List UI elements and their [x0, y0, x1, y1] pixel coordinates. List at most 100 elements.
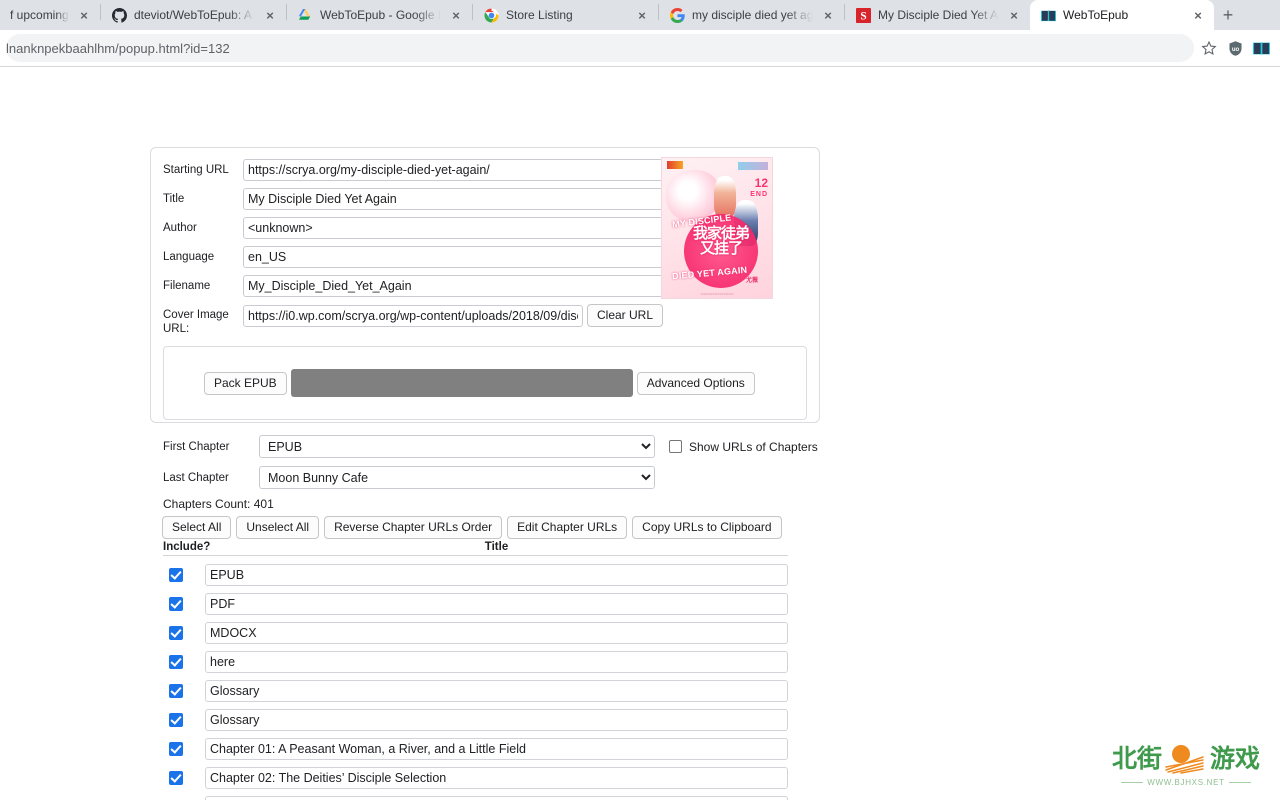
chapter-range-selectors: First Chapter EPUB Show URLs of Chapters…	[163, 435, 823, 497]
table-row	[163, 618, 788, 647]
close-icon[interactable]: ×	[820, 7, 836, 23]
tab-label: My Disciple Died Yet Ag	[878, 8, 999, 22]
cover-image-url-input[interactable]	[243, 304, 583, 327]
edit-chapter-urls-button[interactable]: Edit Chapter URLs	[507, 516, 628, 539]
advanced-options-button[interactable]: Advanced Options	[636, 371, 755, 395]
tab-upcoming[interactable]: f upcoming ch ×	[0, 0, 100, 30]
copy-urls-to-clipboard-button[interactable]: Copy URLs to Clipboard	[632, 516, 782, 539]
table-row	[163, 676, 788, 705]
close-icon[interactable]: ×	[76, 7, 92, 23]
new-tab-button[interactable]: +	[1214, 1, 1242, 29]
site-watermark: 北街 游戏 WWW.BJHXS.NET	[1106, 740, 1266, 792]
select-all-button[interactable]: Select All	[162, 516, 232, 539]
include-checkbox[interactable]	[169, 741, 183, 756]
chapter-title-input[interactable]	[205, 563, 788, 586]
unselect-all-button[interactable]: Unselect All	[236, 516, 320, 539]
chapter-title-input[interactable]	[205, 795, 788, 800]
field-label: Starting URL	[163, 164, 229, 176]
include-checkbox[interactable]	[169, 596, 183, 611]
include-checkbox[interactable]	[169, 625, 183, 640]
url-text: lnanknpekbaahlhm/popup.html?id=132	[6, 40, 230, 56]
metadata-fields: Starting URL Title Author Language Filen…	[163, 159, 663, 336]
table-row	[163, 560, 788, 589]
title-input[interactable]	[243, 188, 663, 210]
pack-epub-button[interactable]: Pack EPUB	[204, 371, 287, 395]
browser-toolbar: lnanknpekbaahlhm/popup.html?id=132 uo	[0, 30, 1280, 66]
field-cover-image-url: Cover Image URL: Clear URL	[163, 304, 663, 336]
show-urls-checkbox[interactable]	[669, 440, 682, 453]
close-icon[interactable]: ×	[262, 7, 278, 23]
table-row	[163, 734, 788, 763]
svg-text:uo: uo	[1231, 46, 1239, 52]
tab-google-drive[interactable]: WebToEpub - Google D ×	[287, 0, 472, 30]
include-checkbox[interactable]	[169, 567, 183, 582]
tab-github-webtoepub[interactable]: dteviot/WebToEpub: A s ×	[101, 0, 286, 30]
cover-chinese-title: 我家徒弟 又挂了	[686, 226, 756, 256]
watermark-logo: 北街 游戏	[1106, 740, 1266, 778]
tab-google-search[interactable]: my disciple died yet ag ×	[659, 0, 844, 30]
ublock-origin-icon[interactable]: uo	[1222, 35, 1248, 61]
starting-url-input[interactable]	[243, 159, 663, 181]
include-checkbox[interactable]	[169, 712, 183, 727]
last-chapter-label: Last Chapter	[163, 471, 229, 484]
chapter-title-input[interactable]	[205, 621, 788, 644]
chapter-title-input[interactable]	[205, 650, 788, 673]
include-checkbox[interactable]	[169, 654, 183, 669]
cover-badge-icon	[667, 161, 683, 169]
tab-label: my disciple died yet ag	[692, 8, 813, 22]
pack-progress-bar	[290, 369, 633, 397]
chapter-title-input[interactable]	[205, 679, 788, 702]
close-icon[interactable]: ×	[1006, 7, 1022, 23]
language-input[interactable]	[243, 246, 663, 268]
field-filename: Filename	[163, 275, 663, 297]
last-chapter-select[interactable]: Moon Bunny Cafe	[259, 466, 655, 489]
tab-strip: f upcoming ch × dteviot/WebToEpub: A s ×…	[0, 0, 1280, 30]
cover-figure-one-art	[714, 176, 736, 218]
first-chapter-label: First Chapter	[163, 440, 230, 453]
close-icon[interactable]: ×	[1190, 7, 1206, 23]
watermark-rule-right	[1228, 782, 1251, 783]
webtoepub-extension-icon[interactable]	[1248, 35, 1274, 61]
field-starting-url: Starting URL	[163, 159, 663, 181]
chapter-title-input[interactable]	[205, 708, 788, 731]
tab-label: Store Listing	[506, 8, 573, 22]
table-row	[163, 589, 788, 618]
chapter-list-header: Include? Title	[163, 541, 788, 556]
cover-author-mark: 尤薇	[745, 278, 758, 284]
close-icon[interactable]: ×	[448, 7, 464, 23]
field-label: Language	[163, 251, 215, 263]
show-urls-label: Show URLs of Chapters	[689, 439, 818, 454]
tab-scrya-novel[interactable]: S My Disciple Died Yet Ag ×	[845, 0, 1030, 30]
tab-label: f upcoming ch	[10, 8, 69, 22]
google-drive-icon	[297, 7, 313, 23]
watermark-rule-left	[1121, 782, 1144, 783]
filename-input[interactable]	[243, 275, 663, 297]
first-chapter-select[interactable]: EPUB	[259, 435, 655, 458]
reverse-chapter-urls-order-button[interactable]: Reverse Chapter URLs Order	[324, 516, 503, 539]
first-chapter-row: First Chapter EPUB Show URLs of Chapters	[163, 435, 823, 458]
sun-rays-icon	[1163, 744, 1209, 774]
include-checkbox[interactable]	[169, 770, 183, 785]
chapter-title-input[interactable]	[205, 592, 788, 615]
chapter-title-input[interactable]	[205, 737, 788, 760]
address-bar[interactable]: lnanknpekbaahlhm/popup.html?id=132	[6, 34, 1194, 62]
chapter-title-input[interactable]	[205, 766, 788, 789]
tab-label: WebToEpub - Google D	[320, 8, 441, 22]
tab-store-listing[interactable]: Store Listing ×	[473, 0, 658, 30]
chrome-webstore-icon	[483, 7, 499, 23]
close-icon[interactable]: ×	[634, 7, 650, 23]
clear-url-button[interactable]: Clear URL	[586, 304, 663, 327]
cover-chinese-title-line2: 又挂了	[699, 239, 743, 257]
cover-url-wrap: Clear URL	[243, 304, 663, 327]
tab-webtoepub-active[interactable]: WebToEpub ×	[1030, 0, 1214, 30]
author-input[interactable]	[243, 217, 663, 239]
cover-volume-tag: END	[750, 191, 768, 198]
tab-label: WebToEpub	[1063, 8, 1129, 22]
bookmark-star-icon[interactable]	[1196, 35, 1222, 61]
include-checkbox[interactable]	[169, 683, 183, 698]
watermark-text-right: 游戏	[1210, 744, 1261, 773]
s-red-icon: S	[855, 7, 871, 23]
watermark-text-left: 北街	[1111, 744, 1162, 773]
show-urls-of-chapters-toggle[interactable]: Show URLs of Chapters	[669, 440, 818, 454]
github-icon	[111, 7, 127, 23]
